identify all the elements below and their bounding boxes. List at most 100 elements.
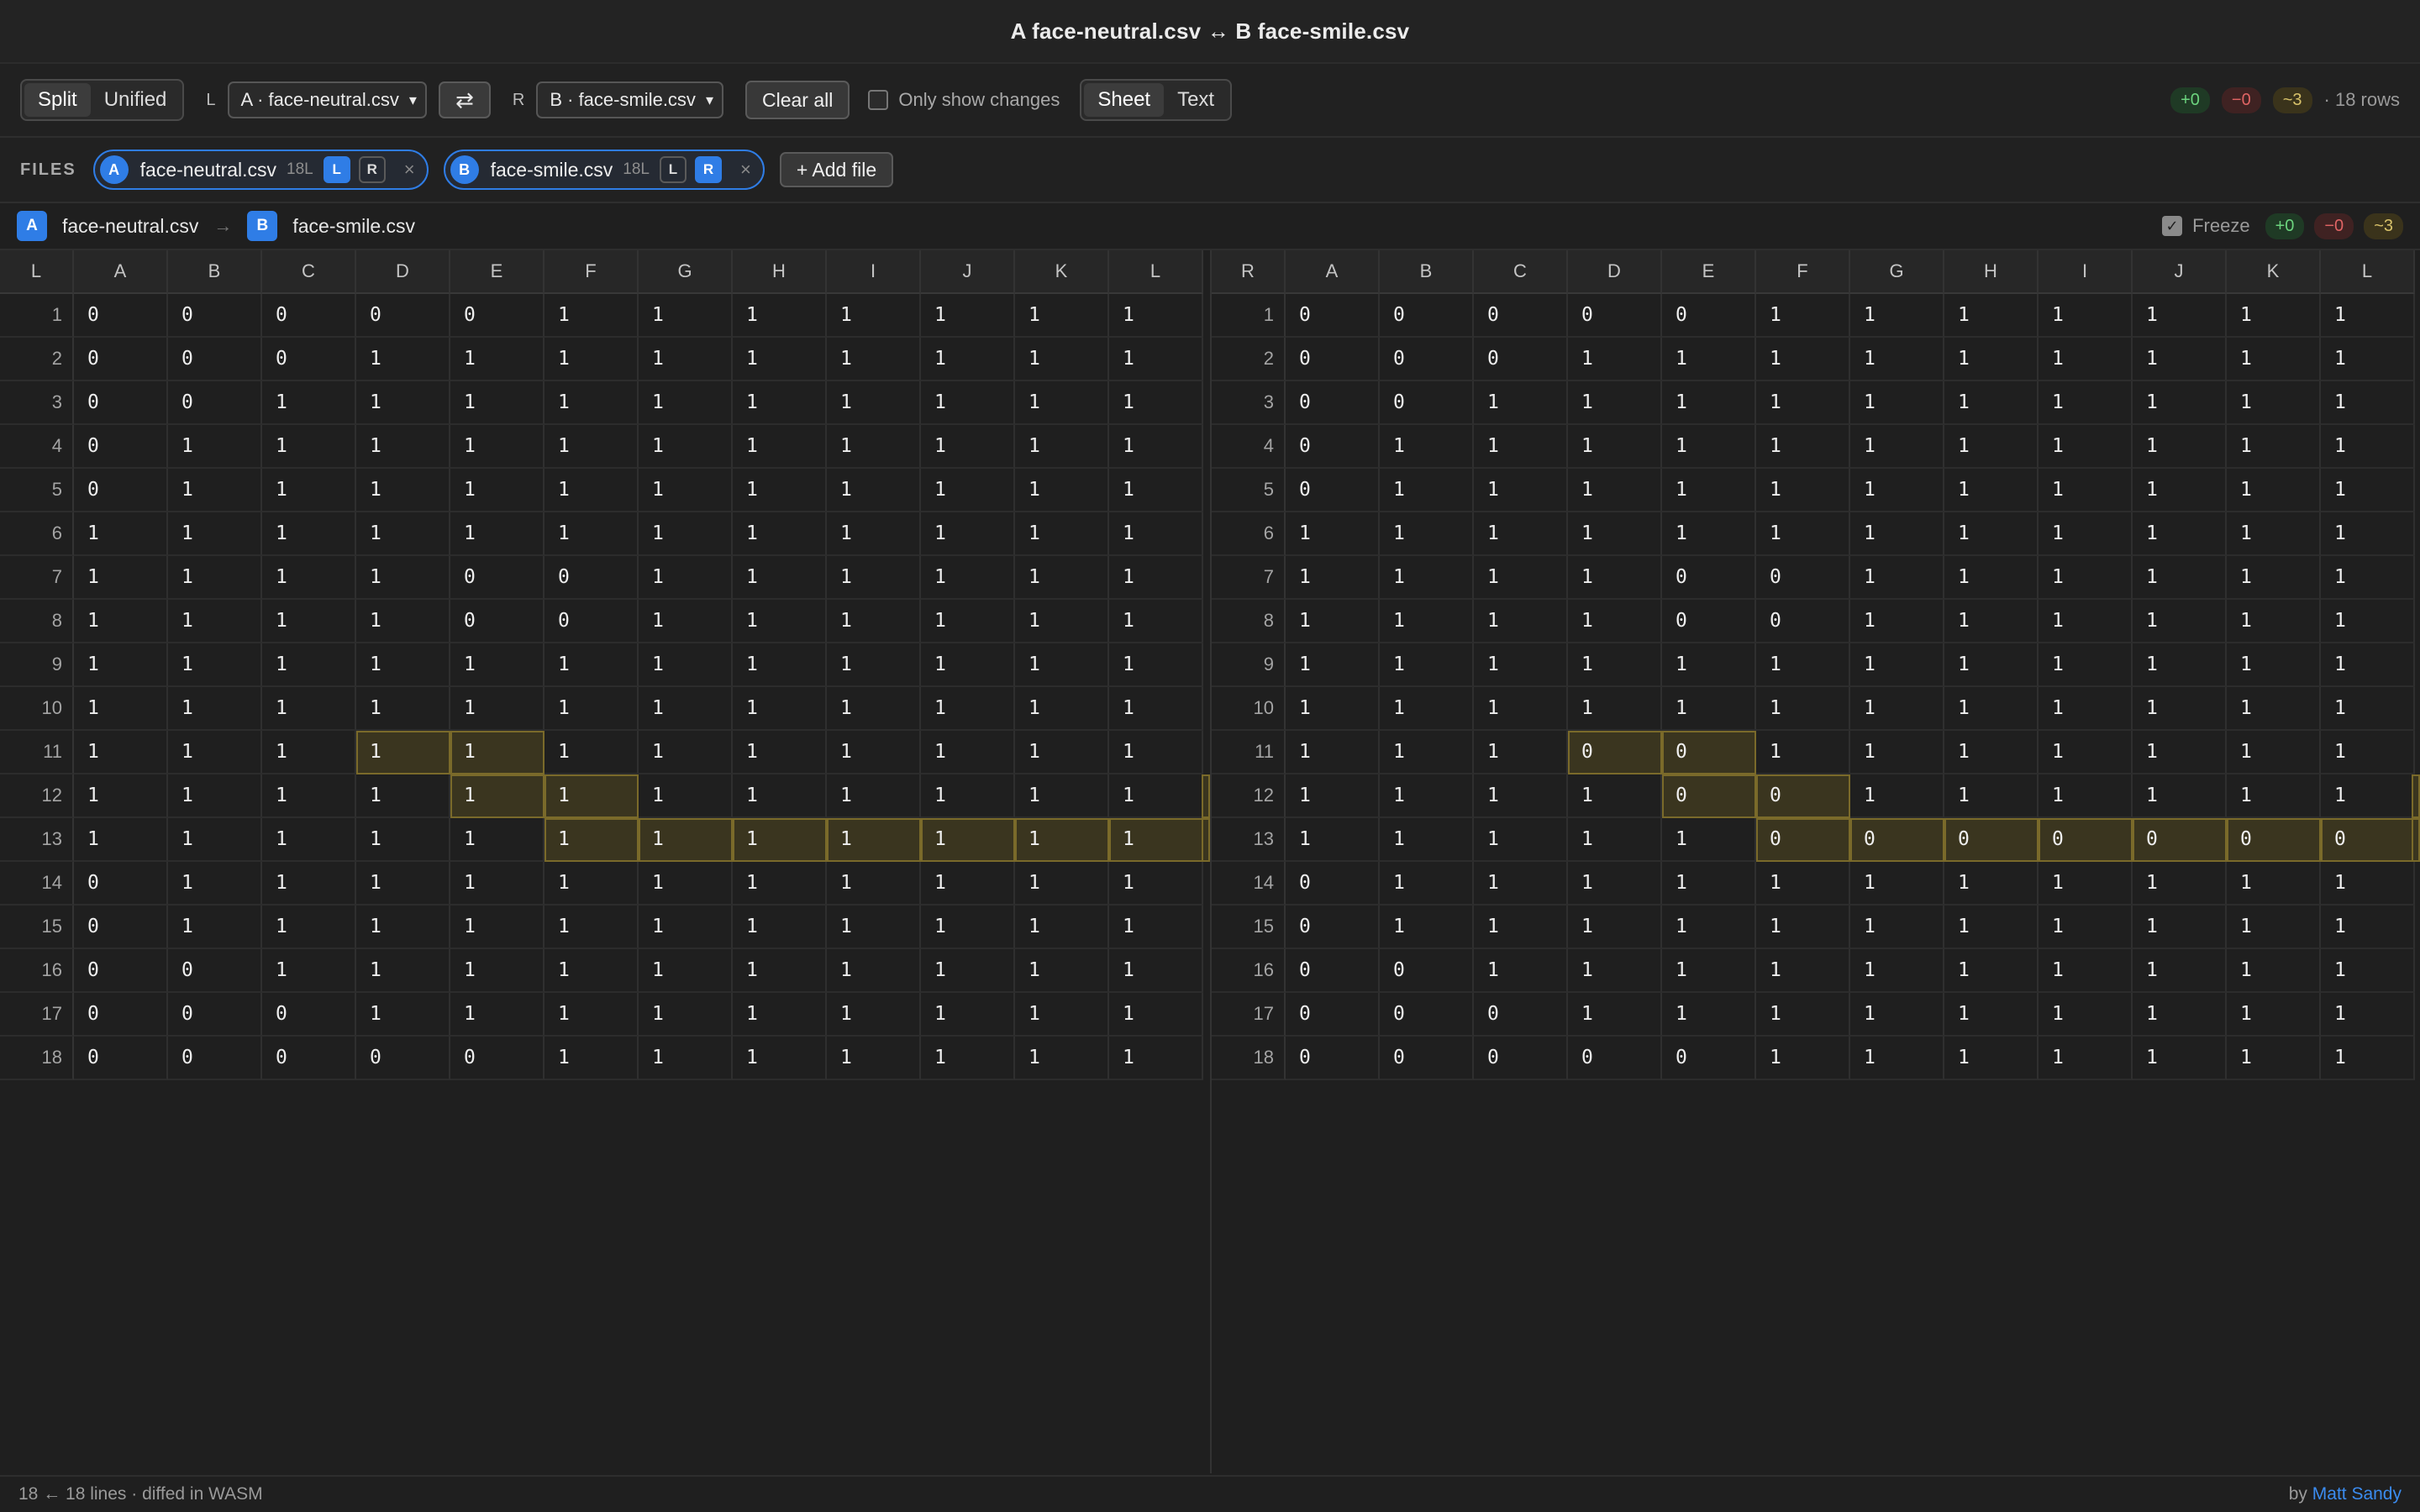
sheet-cell[interactable]: 1 (639, 425, 733, 469)
sheet-cell[interactable]: 1 (921, 906, 1015, 949)
sheet-cell[interactable]: 1 (921, 774, 1015, 818)
sheet-cell[interactable]: 1 (827, 818, 921, 862)
sheet-cell[interactable]: 1 (544, 1037, 639, 1080)
sheet-cell[interactable]: 0 (74, 993, 168, 1037)
sheet-cell[interactable]: 1 (827, 643, 921, 687)
sheet-cell[interactable]: 1 (2133, 774, 2227, 818)
sheet-cell[interactable]: 1 (1380, 643, 1474, 687)
sheet-cell[interactable]: 1 (1944, 600, 2039, 643)
column-header-J[interactable]: J (2133, 250, 2227, 294)
sheet-cell[interactable]: 1 (1756, 993, 1850, 1037)
sheet-cell[interactable]: 1 (921, 731, 1015, 774)
sheet-cell[interactable]: 1 (639, 862, 733, 906)
sheet-cell[interactable]: 0 (168, 338, 262, 381)
sheet-cell[interactable]: 0 (2039, 818, 2133, 862)
sheet-cell[interactable]: 1 (1380, 512, 1474, 556)
sheet-cell[interactable]: 1 (262, 687, 356, 731)
sheet-cell[interactable]: 1 (2227, 774, 2321, 818)
sheet-cell[interactable]: 0 (1944, 818, 2039, 862)
column-header-A[interactable]: A (1286, 250, 1380, 294)
sheet-cell[interactable]: 1 (1662, 687, 1756, 731)
sheet-cell[interactable]: 0 (168, 294, 262, 338)
sheet-cell[interactable]: 1 (544, 643, 639, 687)
sheet-cell[interactable]: 0 (1756, 556, 1850, 600)
sheet-cell[interactable]: 1 (1944, 862, 2039, 906)
column-header-B[interactable]: B (1380, 250, 1474, 294)
sheet-cell[interactable]: 1 (1944, 556, 2039, 600)
sheet-cell[interactable]: 1 (168, 425, 262, 469)
sheet-cell[interactable]: 1 (1286, 687, 1380, 731)
sheet-cell[interactable]: 1 (1756, 643, 1850, 687)
sheet-cell[interactable]: 0 (1474, 338, 1568, 381)
sheet-cell[interactable]: 1 (2039, 643, 2133, 687)
sheet-cell[interactable]: 1 (262, 774, 356, 818)
sheet-cell[interactable]: 1 (733, 512, 827, 556)
sheet-cell[interactable]: 1 (827, 862, 921, 906)
sheet-cell[interactable]: 1 (1015, 906, 1109, 949)
sheet-cell[interactable]: 1 (1380, 600, 1474, 643)
sheet-cell[interactable]: 0 (1286, 381, 1380, 425)
sheet-cell[interactable]: 0 (1850, 818, 1944, 862)
sheet-cell[interactable]: 1 (262, 425, 356, 469)
sheet-cell[interactable]: 1 (2227, 294, 2321, 338)
sheet-cell[interactable]: 1 (544, 512, 639, 556)
sheet-cell[interactable]: 1 (450, 993, 544, 1037)
sheet-cell[interactable]: 1 (262, 600, 356, 643)
sheet-cell[interactable]: 1 (921, 556, 1015, 600)
sheet-cell[interactable]: 0 (1662, 1037, 1756, 1080)
file-chip-a[interactable]: A face-neutral.csv 18L L R × (92, 150, 429, 190)
sheet-cell[interactable]: 1 (2227, 338, 2321, 381)
sheet-cell[interactable]: 1 (1662, 643, 1756, 687)
sheet-cell[interactable]: 1 (2133, 600, 2227, 643)
sheet-cell[interactable]: 1 (2321, 512, 2415, 556)
sheet-cell[interactable]: 1 (450, 774, 544, 818)
sheet-cell[interactable]: 1 (1015, 338, 1109, 381)
sheet-cell[interactable]: 1 (1662, 862, 1756, 906)
sheet-cell[interactable]: 1 (1944, 643, 2039, 687)
sheet-cell[interactable]: 1 (356, 993, 450, 1037)
sheet-cell[interactable]: 1 (1109, 425, 1203, 469)
sheet-cell[interactable]: 0 (1380, 381, 1474, 425)
sheet-cell[interactable]: 1 (921, 687, 1015, 731)
sheet-cell[interactable]: 1 (1662, 949, 1756, 993)
right-pane[interactable]: RABCDEFGHIJKL100000111111120001111111113… (1212, 250, 2420, 1473)
sheet-cell[interactable]: 1 (2133, 949, 2227, 993)
sheet-cell[interactable]: 1 (2039, 731, 2133, 774)
sheet-cell[interactable]: 0 (1380, 338, 1474, 381)
sheet-cell[interactable]: 1 (1109, 338, 1203, 381)
sheet-cell[interactable]: 1 (544, 993, 639, 1037)
freeze-checkbox[interactable]: ✓ (2162, 216, 2183, 236)
sheet-cell[interactable]: 1 (2039, 512, 2133, 556)
column-header-I[interactable]: I (2039, 250, 2133, 294)
sheet-cell[interactable]: 1 (450, 425, 544, 469)
sheet-cell[interactable]: 1 (1474, 862, 1568, 906)
sheet-cell[interactable]: 1 (2321, 643, 2415, 687)
sheet-cell[interactable]: 1 (1015, 1037, 1109, 1080)
sheet-cell[interactable]: 1 (2133, 425, 2227, 469)
sheet-cell[interactable]: 1 (827, 469, 921, 512)
sheet-cell[interactable]: 1 (1015, 993, 1109, 1037)
sheet-cell[interactable]: 1 (921, 818, 1015, 862)
sheet-cell[interactable]: 1 (1109, 774, 1203, 818)
sheet-cell[interactable]: 1 (1015, 731, 1109, 774)
sheet-cell[interactable]: 1 (1015, 469, 1109, 512)
sheet-cell[interactable]: 1 (639, 294, 733, 338)
sheet-cell[interactable]: 1 (1662, 469, 1756, 512)
sheet-cell[interactable]: 1 (827, 731, 921, 774)
sheet-cell[interactable]: 1 (1944, 512, 2039, 556)
sheet-cell[interactable]: 1 (1756, 338, 1850, 381)
sheet-cell[interactable]: 1 (262, 643, 356, 687)
sheet-cell[interactable]: 1 (74, 512, 168, 556)
sheet-cell[interactable]: 1 (1944, 294, 2039, 338)
sheet-cell[interactable]: 1 (450, 949, 544, 993)
sheet-cell[interactable]: 1 (356, 469, 450, 512)
sheet-cell[interactable]: 1 (639, 949, 733, 993)
sheet-cell[interactable]: 1 (1015, 949, 1109, 993)
sheet-cell[interactable]: 1 (544, 469, 639, 512)
sheet-cell[interactable]: 1 (827, 687, 921, 731)
sheet-cell[interactable]: 0 (1662, 774, 1756, 818)
sheet-cell[interactable]: 1 (639, 469, 733, 512)
sheet-cell[interactable]: 1 (1568, 338, 1662, 381)
sheet-cell[interactable]: 0 (168, 993, 262, 1037)
sheet-cell[interactable]: 1 (2227, 425, 2321, 469)
